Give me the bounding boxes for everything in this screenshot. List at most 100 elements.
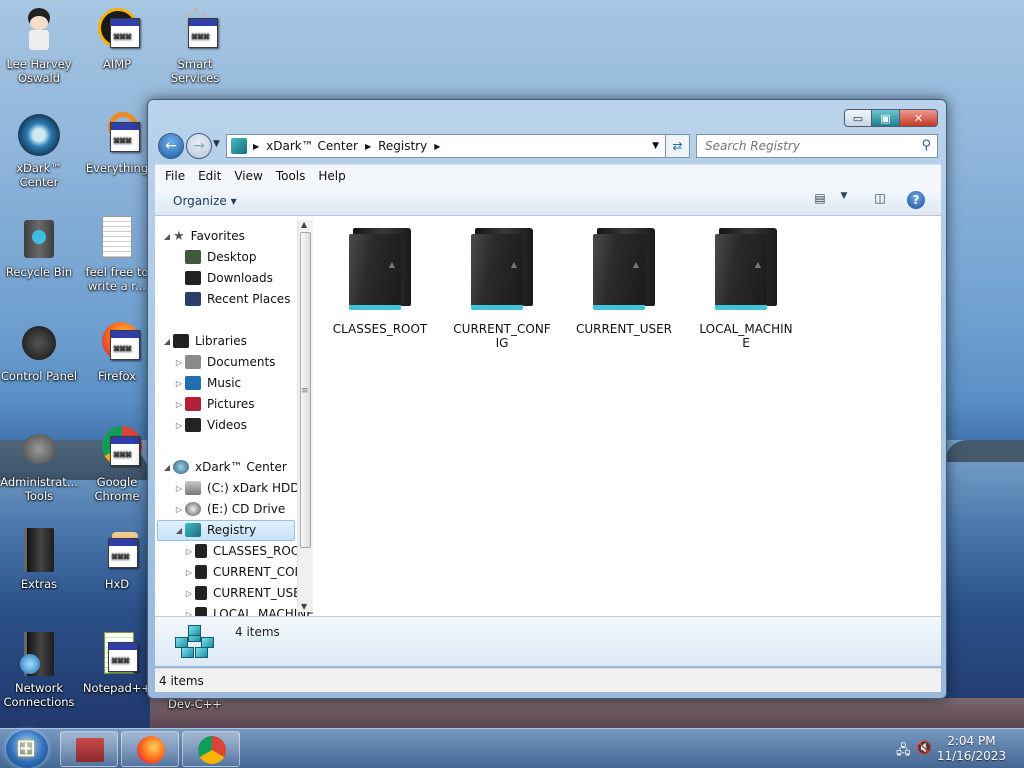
- desktop-icon-text-file[interactable]: feel free to write a r...: [78, 216, 156, 293]
- back-button[interactable]: ←: [158, 133, 184, 159]
- volume-muted-icon[interactable]: 🔇: [916, 741, 932, 756]
- desktop-icon-notepad-plus-plus[interactable]: Notepad++: [78, 632, 156, 695]
- folder-local-machine[interactable]: LOCAL_MACHINE: [696, 228, 796, 350]
- folder-current-config[interactable]: CURRENT_CONFIG: [452, 228, 552, 350]
- menu-view[interactable]: View: [234, 169, 262, 183]
- refresh-button[interactable]: ⇄: [666, 134, 690, 158]
- change-view-icon[interactable]: ▤: [809, 191, 831, 209]
- collapsed-arrow-icon[interactable]: ▷: [183, 547, 195, 556]
- desktop-icon-administrative-tools[interactable]: Administrat... Tools: [0, 426, 78, 503]
- hxd-icon: [94, 528, 140, 574]
- nav-recent-places[interactable]: Recent Places: [185, 289, 290, 309]
- start-button[interactable]: [6, 730, 48, 768]
- address-dropdown-icon[interactable]: ▼: [652, 141, 659, 151]
- nav-documents[interactable]: ▷ Documents: [173, 352, 275, 372]
- close-button[interactable]: ✕: [900, 109, 938, 127]
- search-input[interactable]: [697, 135, 907, 157]
- desktop-icon-label: Notepad++: [82, 681, 152, 695]
- desktop-icon-lee-harvey-oswald[interactable]: Lee Harvey Oswald: [0, 8, 78, 85]
- help-icon[interactable]: ?: [907, 191, 925, 209]
- nav-hive-current-user[interactable]: ▷ CURRENT_USER: [183, 583, 309, 603]
- forward-button[interactable]: →: [186, 133, 212, 159]
- nav-downloads[interactable]: Downloads: [185, 268, 273, 288]
- nav-e-drive[interactable]: ▷ (E:) CD Drive: [173, 499, 285, 519]
- folder-icon: [591, 228, 657, 314]
- expanded-arrow-icon[interactable]: ◢: [173, 526, 185, 535]
- scroll-up-icon[interactable]: ▲: [301, 220, 307, 229]
- clock[interactable]: 2:04 PM 11/16/2023: [937, 734, 1006, 764]
- breadcrumb-xdark-center[interactable]: xDark™ Center: [266, 139, 358, 153]
- recent-pages-dropdown[interactable]: ▼: [213, 139, 220, 149]
- taskbar-chrome-button[interactable]: [182, 731, 240, 767]
- back-arrow-icon: ←: [165, 138, 177, 154]
- scroll-down-icon[interactable]: ▼: [301, 602, 307, 611]
- taskbar: 🖧 🔇 2:04 PM 11/16/2023: [0, 728, 1024, 768]
- nav-pictures[interactable]: ▷ Pictures: [173, 394, 255, 414]
- desktop-icon-label: Everything: [85, 161, 149, 175]
- collapsed-arrow-icon[interactable]: ▷: [173, 421, 185, 430]
- nav-label: Desktop: [207, 250, 257, 264]
- menu-help[interactable]: Help: [318, 169, 345, 183]
- collapsed-arrow-icon[interactable]: ▷: [173, 400, 185, 409]
- collapsed-arrow-icon[interactable]: ▷: [173, 379, 185, 388]
- menu-tools[interactable]: Tools: [276, 169, 306, 183]
- folder-classes-root[interactable]: CLASSES_ROOT: [330, 228, 430, 336]
- desktop-icon-extras[interactable]: Extras: [0, 528, 78, 591]
- nav-hive-classes-root[interactable]: ▷ CLASSES_ROOT: [183, 541, 308, 561]
- collapsed-arrow-icon[interactable]: ▷: [183, 568, 195, 577]
- folder-current-user[interactable]: CURRENT_USER: [574, 228, 674, 336]
- collapsed-arrow-icon[interactable]: ▷: [173, 505, 185, 514]
- expanded-arrow-icon[interactable]: ◢: [161, 232, 173, 241]
- expanded-arrow-icon[interactable]: ◢: [161, 337, 173, 346]
- organize-button[interactable]: Organize ▾: [173, 194, 237, 208]
- expanded-arrow-icon[interactable]: ◢: [161, 463, 173, 472]
- nav-libraries[interactable]: ◢ Libraries: [161, 331, 247, 351]
- nav-c-drive[interactable]: ▷ (C:) xDark HDD: [173, 478, 300, 498]
- nav-hive-current-config[interactable]: ▷ CURRENT_CONFIG: [183, 562, 313, 582]
- view-options-chevron-icon[interactable]: ▼: [833, 191, 855, 209]
- registry-icon: [185, 523, 201, 537]
- search-icon[interactable]: ⚲: [921, 138, 931, 153]
- nav-registry[interactable]: ◢ Registry: [173, 520, 256, 540]
- desktop-icon-google-chrome[interactable]: Google Chrome: [78, 426, 156, 503]
- preview-pane-icon[interactable]: ◫: [869, 191, 891, 209]
- collapsed-arrow-icon[interactable]: ▷: [173, 358, 185, 367]
- collapsed-arrow-icon[interactable]: ▷: [173, 484, 185, 493]
- desktop-icon-network-connections[interactable]: Network Connections: [0, 632, 78, 709]
- desktop-icon-hxd[interactable]: HxD: [78, 528, 156, 591]
- taskbar-explorer-button[interactable]: [60, 731, 118, 767]
- nav-hive-local-machine[interactable]: ▷ LOCAL_MACHINE: [183, 604, 313, 616]
- desktop-icon-everything[interactable]: Everything: [78, 112, 156, 175]
- menu-edit[interactable]: Edit: [198, 169, 221, 183]
- breadcrumb-registry[interactable]: Registry: [378, 139, 427, 153]
- desktop-icon-firefox[interactable]: Firefox: [78, 320, 156, 383]
- nav-videos[interactable]: ▷ Videos: [173, 415, 247, 435]
- navigation-scrollbar[interactable]: ▲ ≡ ▼: [297, 220, 313, 612]
- network-connections-icon: [16, 632, 62, 678]
- address-bar[interactable]: ▶ xDark™ Center ▶ Registry ▶ ▼: [226, 134, 666, 158]
- desktop-icon-recycle-bin[interactable]: Recycle Bin: [0, 216, 78, 279]
- desktop-icon-smart-services[interactable]: Smart Services: [156, 8, 234, 85]
- wallpaper-shore: [150, 698, 1024, 728]
- view-controls: ▤ ▼ ◫ ?: [799, 191, 925, 209]
- network-icon[interactable]: 🖧: [896, 741, 911, 763]
- desktop-icon-label: Network Connections: [3, 681, 75, 709]
- nav-label: Videos: [207, 418, 247, 432]
- forward-arrow-icon: →: [193, 138, 205, 154]
- nav-favorites[interactable]: ◢ ★ Favorites: [161, 226, 245, 246]
- collapsed-arrow-icon[interactable]: ▷: [183, 589, 195, 598]
- taskbar-firefox-button[interactable]: [121, 731, 179, 767]
- nav-desktop[interactable]: Desktop: [185, 247, 257, 267]
- cd-drive-icon: [185, 502, 201, 516]
- desktop-icon-control-panel[interactable]: Control Panel: [0, 320, 78, 383]
- minimize-button[interactable]: ▭: [844, 109, 872, 127]
- desktop-icon-aimp[interactable]: AIMP: [78, 8, 156, 71]
- menu-file[interactable]: File: [165, 169, 185, 183]
- navigation-bar: ← → ▼ ▶ xDark™ Center ▶ Registry ▶ ▼ ⇄ ⚲: [156, 132, 942, 160]
- maximize-button[interactable]: ▣: [872, 109, 900, 127]
- desktop-icon-dev-cpp[interactable]: Dev-C++: [156, 697, 234, 711]
- nav-xdark-center[interactable]: ◢ xDark™ Center: [161, 457, 287, 477]
- desktop-icon-xdark-center[interactable]: xDark™ Center: [0, 112, 78, 189]
- nav-music[interactable]: ▷ Music: [173, 373, 241, 393]
- folder-icon: [195, 607, 207, 616]
